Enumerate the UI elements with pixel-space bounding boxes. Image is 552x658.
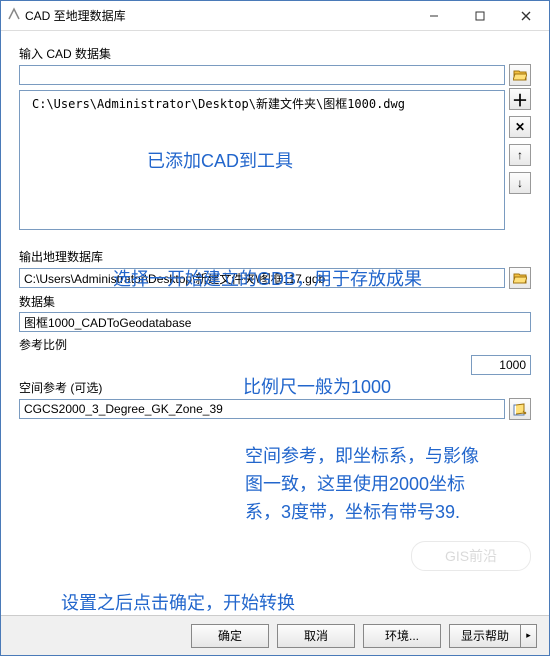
chevron-right-icon: ▸ bbox=[526, 630, 531, 641]
help-button[interactable]: 显示帮助 bbox=[449, 624, 521, 648]
remove-item-button[interactable]: ✕ bbox=[509, 116, 531, 138]
spatial-ref-button[interactable] bbox=[509, 398, 531, 420]
list-item[interactable]: C:\Users\Administrator\Desktop\新建文件夹\图框1… bbox=[22, 93, 502, 114]
maximize-button[interactable] bbox=[457, 2, 503, 30]
spatial-ref-field[interactable] bbox=[19, 399, 505, 419]
footer: 确定 取消 环境... 显示帮助 ▸ bbox=[1, 615, 549, 655]
dataset-field[interactable] bbox=[19, 312, 531, 332]
cad-file-list[interactable]: C:\Users\Administrator\Desktop\新建文件夹\图框1… bbox=[19, 90, 505, 230]
move-up-button[interactable]: ↑ bbox=[509, 144, 531, 166]
browse-output-button[interactable] bbox=[509, 267, 531, 289]
help-button-group: 显示帮助 ▸ bbox=[449, 624, 537, 648]
titlebar: CAD 至地理数据库 bbox=[1, 1, 549, 31]
app-icon bbox=[7, 7, 21, 24]
scale-field[interactable] bbox=[471, 355, 531, 375]
spatial-ref-label: 空间参考 (可选) bbox=[19, 379, 531, 396]
window-title: CAD 至地理数据库 bbox=[25, 7, 411, 24]
annotation-spatial: 空间参考，即坐标系，与影像图一致，这里使用2000坐标系，3度带，坐标有带号39… bbox=[245, 443, 485, 527]
scale-label: 参考比例 bbox=[19, 336, 531, 353]
output-gdb-label: 输出地理数据库 bbox=[19, 248, 531, 265]
annotation-final: 设置之后点击确定，开始转换 bbox=[61, 589, 295, 615]
move-down-button[interactable]: ↓ bbox=[509, 172, 531, 194]
environments-button[interactable]: 环境... bbox=[363, 624, 441, 648]
help-dropdown[interactable]: ▸ bbox=[521, 624, 537, 648]
add-item-button[interactable]: ＋ bbox=[509, 88, 531, 110]
minimize-button[interactable] bbox=[411, 2, 457, 30]
input-cad-label: 输入 CAD 数据集 bbox=[19, 45, 531, 62]
watermark: GIS前沿 bbox=[411, 541, 531, 571]
ok-button[interactable]: 确定 bbox=[191, 624, 269, 648]
close-button[interactable] bbox=[503, 2, 549, 30]
dialog-window: CAD 至地理数据库 输入 CAD 数据集 C:\Users\Administr… bbox=[0, 0, 550, 656]
input-cad-field[interactable] bbox=[19, 65, 505, 85]
content-area: 输入 CAD 数据集 C:\Users\Administrator\Deskto… bbox=[1, 31, 549, 615]
dataset-label: 数据集 bbox=[19, 293, 531, 310]
cancel-button[interactable]: 取消 bbox=[277, 624, 355, 648]
output-gdb-field[interactable] bbox=[19, 268, 505, 288]
browse-input-button[interactable] bbox=[509, 64, 531, 86]
